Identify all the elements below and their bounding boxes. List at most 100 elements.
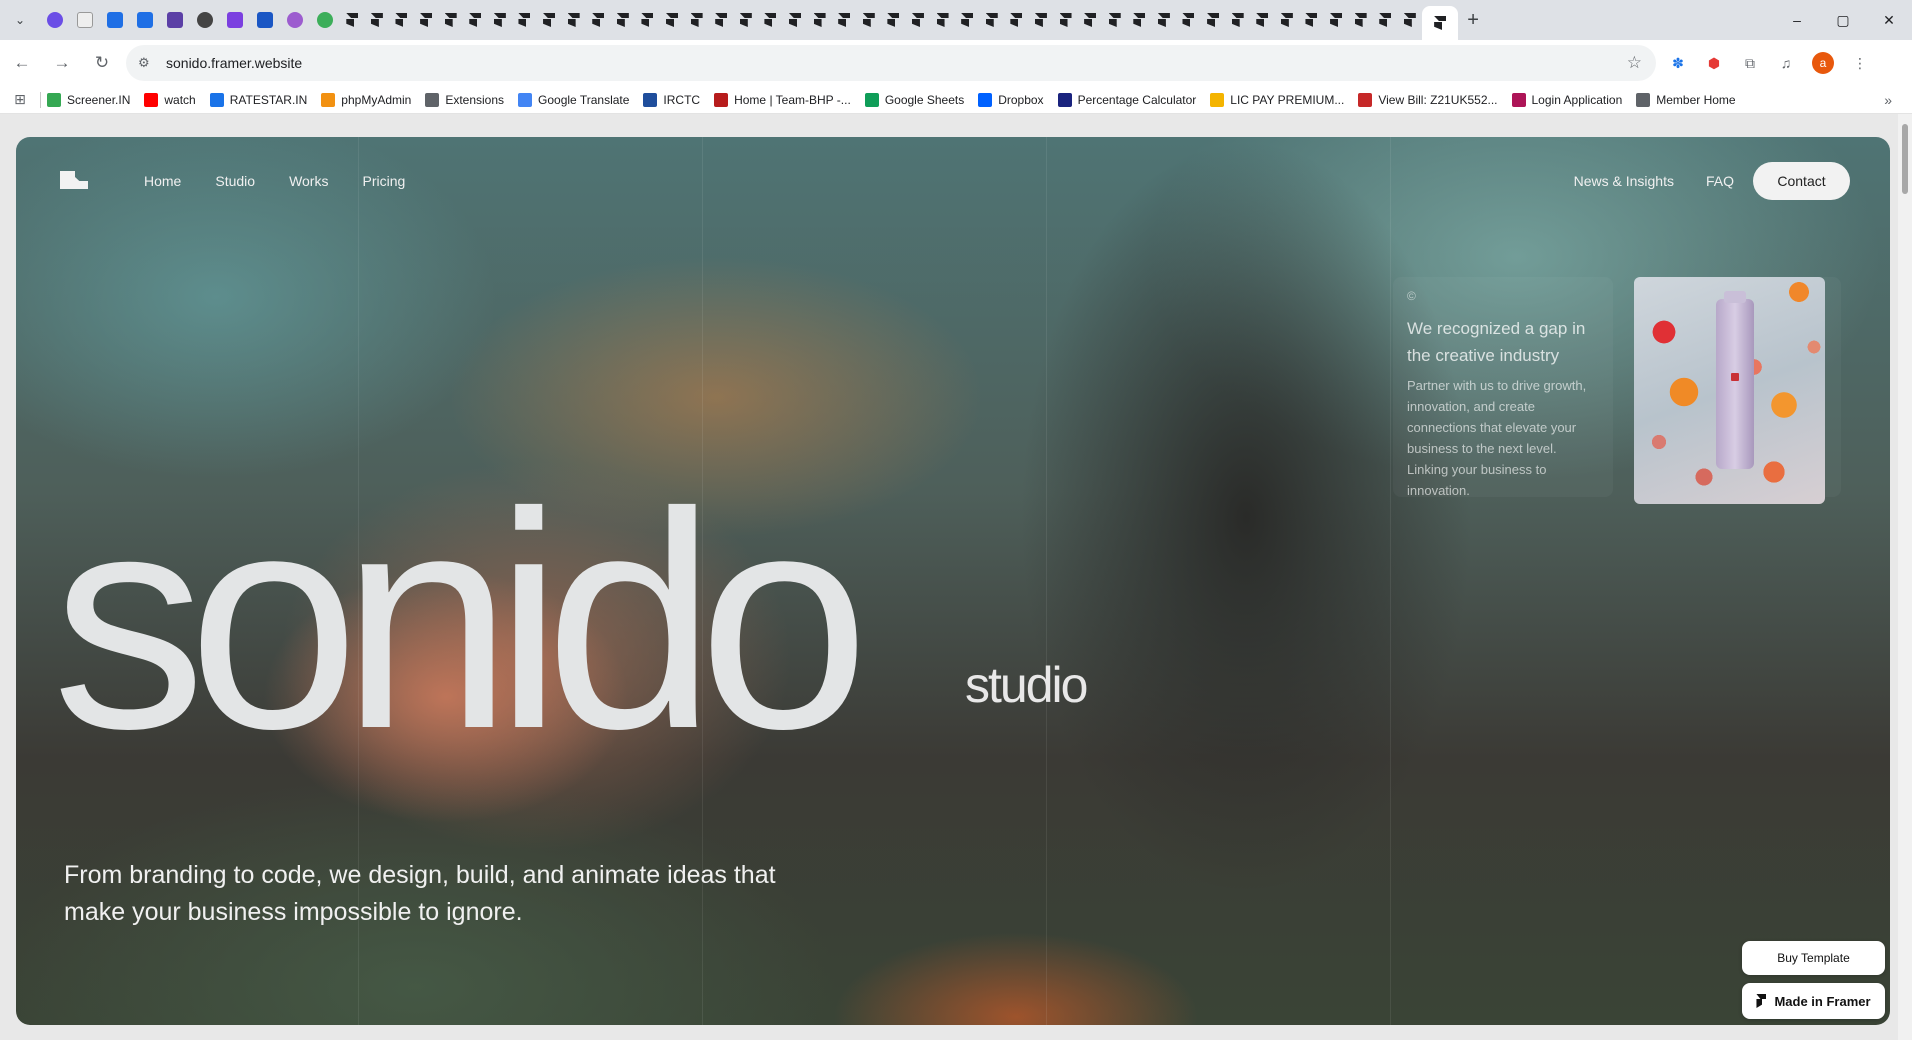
bookmark-item[interactable]: View Bill: Z21UK552...: [1358, 92, 1498, 107]
bookmark-item[interactable]: IRCTC: [643, 92, 700, 107]
tab[interactable]: [280, 6, 310, 34]
contact-button[interactable]: Contact: [1753, 162, 1850, 200]
tab[interactable]: [1250, 6, 1275, 34]
tab[interactable]: [906, 6, 931, 34]
scrollbar-thumb[interactable]: [1902, 124, 1908, 194]
tab[interactable]: [340, 6, 365, 34]
profile-avatar[interactable]: a: [1812, 52, 1834, 74]
tab[interactable]: [1299, 6, 1324, 34]
nav-studio[interactable]: Studio: [198, 163, 272, 199]
tab[interactable]: [955, 6, 980, 34]
bookmark-item[interactable]: Member Home: [1636, 92, 1736, 107]
forward-icon[interactable]: →: [44, 45, 80, 81]
tab[interactable]: [881, 6, 906, 34]
tab[interactable]: [1053, 6, 1078, 34]
tab[interactable]: [160, 6, 190, 34]
tab[interactable]: [1348, 6, 1373, 34]
bookmark-item[interactable]: Google Sheets: [864, 92, 964, 107]
tab[interactable]: [979, 6, 1004, 34]
url-text[interactable]: sonido.framer.website: [166, 55, 1627, 71]
puzzle-icon[interactable]: ⧉: [1740, 53, 1760, 73]
tab[interactable]: [832, 6, 857, 34]
restore-button[interactable]: ▢: [1820, 0, 1866, 40]
tab[interactable]: [100, 6, 130, 34]
tab[interactable]: [930, 6, 955, 34]
tab[interactable]: [250, 6, 280, 34]
tab[interactable]: [1176, 6, 1201, 34]
tab[interactable]: [365, 6, 390, 34]
nav-home[interactable]: Home: [127, 163, 198, 199]
more-bookmarks-icon[interactable]: »: [1884, 92, 1892, 108]
buy-template-button[interactable]: Buy Template: [1742, 941, 1885, 975]
tab[interactable]: [1102, 6, 1127, 34]
bookmark-item[interactable]: Extensions: [425, 92, 504, 107]
site-settings-icon[interactable]: ⚙: [138, 55, 160, 71]
site-logo[interactable]: [60, 171, 88, 193]
nav-pricing[interactable]: Pricing: [345, 163, 422, 199]
back-icon[interactable]: ←: [4, 45, 40, 81]
tab[interactable]: [1004, 6, 1029, 34]
bookmark-item[interactable]: Percentage Calculator: [1057, 92, 1196, 107]
tab[interactable]: [1324, 6, 1349, 34]
tab[interactable]: [1029, 6, 1054, 34]
tab[interactable]: [660, 6, 685, 34]
tab[interactable]: [1127, 6, 1152, 34]
bookmark-item[interactable]: Screener.IN: [47, 92, 130, 107]
tab[interactable]: [1201, 6, 1226, 34]
nav-works[interactable]: Works: [272, 163, 345, 199]
tab[interactable]: [537, 6, 562, 34]
bookmark-item[interactable]: Home | Team-BHP -...: [714, 92, 851, 107]
nav-faq[interactable]: FAQ: [1690, 163, 1750, 199]
tab[interactable]: [561, 6, 586, 34]
new-tab-button[interactable]: +: [1458, 5, 1488, 35]
tab[interactable]: [488, 6, 513, 34]
nav-news-insights[interactable]: News & Insights: [1558, 163, 1690, 199]
close-window-button[interactable]: ✕: [1866, 0, 1912, 40]
tab[interactable]: [190, 6, 220, 34]
bookmark-item[interactable]: Dropbox: [978, 92, 1044, 107]
adblock-icon[interactable]: ⬢: [1704, 53, 1724, 73]
page-scrollbar[interactable]: [1898, 114, 1912, 1040]
bookmark-item[interactable]: Login Application: [1511, 92, 1622, 107]
made-in-framer-badge[interactable]: Made in Framer: [1742, 983, 1885, 1019]
bookmark-item[interactable]: RATESTAR.IN: [209, 92, 307, 107]
tab[interactable]: [807, 6, 832, 34]
menu-icon[interactable]: ⋮: [1850, 53, 1870, 73]
tab[interactable]: [512, 6, 537, 34]
media-control-icon[interactable]: ♫: [1776, 53, 1796, 73]
tab[interactable]: [611, 6, 636, 34]
bookmark-item[interactable]: watch: [144, 92, 196, 107]
tab[interactable]: [414, 6, 439, 34]
tab-search-icon[interactable]: ⌄: [0, 0, 40, 40]
reload-icon[interactable]: ↻: [84, 45, 120, 81]
bookmark-item[interactable]: Google Translate: [518, 92, 629, 107]
minimize-button[interactable]: –: [1774, 0, 1820, 40]
tab[interactable]: [1275, 6, 1300, 34]
tab[interactable]: [709, 6, 734, 34]
apps-grid-icon[interactable]: ⊞: [0, 91, 40, 108]
tab[interactable]: [856, 6, 881, 34]
tab[interactable]: [70, 6, 100, 34]
tab[interactable]: [220, 6, 250, 34]
tab[interactable]: [1078, 6, 1103, 34]
tab[interactable]: [130, 6, 160, 34]
tab[interactable]: [783, 6, 808, 34]
bookmark-item[interactable]: LIC PAY PREMIUM...: [1210, 92, 1344, 107]
tab[interactable]: [635, 6, 660, 34]
bookmark-star-icon[interactable]: ☆: [1627, 53, 1642, 73]
address-bar[interactable]: ⚙ sonido.framer.website ☆: [126, 45, 1656, 81]
bookmark-item[interactable]: phpMyAdmin: [321, 92, 411, 107]
tab[interactable]: [310, 6, 340, 34]
active-tab[interactable]: [1422, 6, 1459, 40]
tab[interactable]: [1152, 6, 1177, 34]
tab[interactable]: [40, 6, 70, 34]
tab[interactable]: [1225, 6, 1250, 34]
tab[interactable]: [684, 6, 709, 34]
tab[interactable]: [734, 6, 759, 34]
tab[interactable]: [1398, 6, 1423, 34]
tab[interactable]: [586, 6, 611, 34]
tab[interactable]: [1373, 6, 1398, 34]
tab[interactable]: [389, 6, 414, 34]
extension-icon[interactable]: ✽: [1668, 53, 1688, 73]
tab[interactable]: [758, 6, 783, 34]
